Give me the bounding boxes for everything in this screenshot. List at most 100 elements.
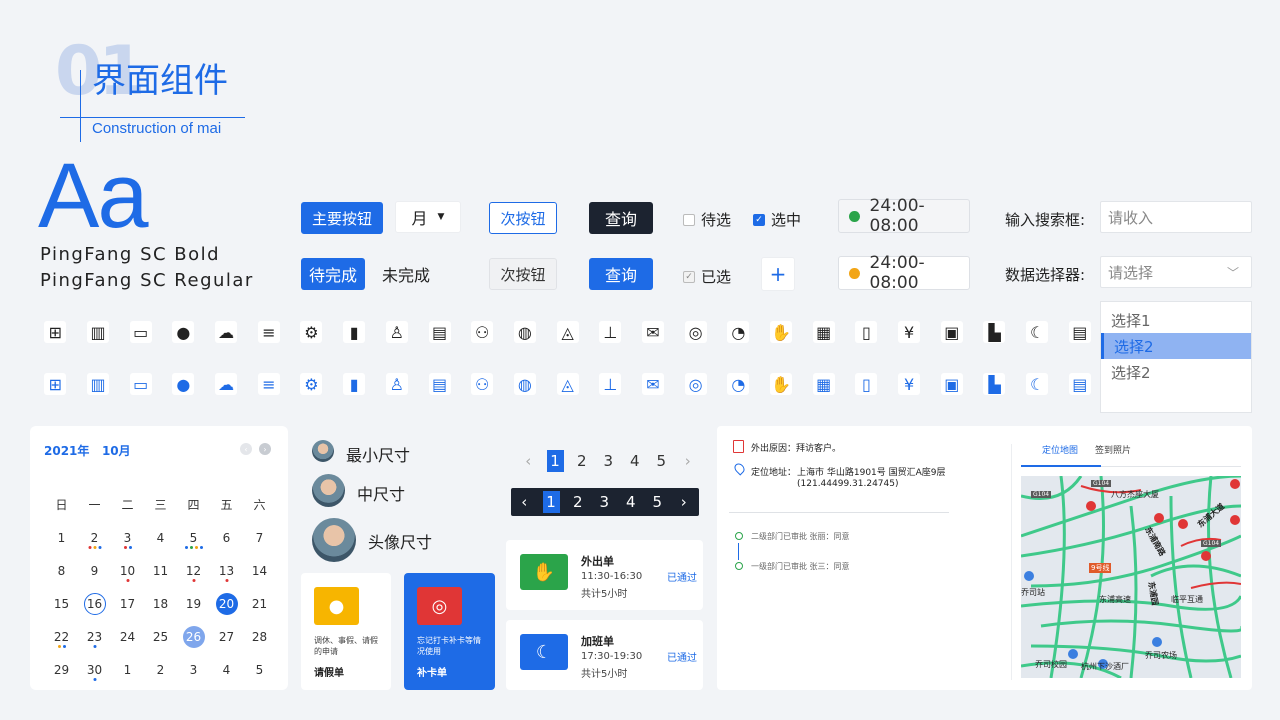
- step-dot: [735, 532, 743, 540]
- query-button-dark[interactable]: 查询: [589, 202, 653, 234]
- clipboard-icon: ▯: [855, 373, 878, 395]
- select-option-selected[interactable]: 选择2: [1101, 333, 1251, 359]
- chevron-left-icon[interactable]: ‹: [511, 491, 538, 513]
- calendar-day-highlight[interactable]: 26: [177, 620, 210, 653]
- primary-button[interactable]: 主要按钮: [301, 202, 383, 234]
- data-selector[interactable]: 请选择 ﹀: [1100, 256, 1252, 288]
- calendar-day[interactable]: 12: [177, 554, 210, 587]
- map-label: 临平互通: [1171, 595, 1203, 604]
- calendar-day[interactable]: 3: [111, 521, 144, 554]
- calendar-day[interactable]: 13: [210, 554, 243, 587]
- page-item[interactable]: 3: [595, 450, 622, 472]
- document-icon: ▤: [428, 373, 451, 395]
- calendar-day[interactable]: 21: [243, 587, 276, 620]
- checkbox-selected[interactable]: ✓ 选中: [753, 209, 801, 230]
- checkbox-done[interactable]: ✓ 已选: [683, 266, 731, 287]
- search-input[interactable]: 请收入: [1100, 201, 1252, 233]
- calendar-day[interactable]: 6: [210, 521, 243, 554]
- tab-unfinished[interactable]: 未完成: [373, 258, 439, 290]
- calendar-day[interactable]: 3: [177, 653, 210, 686]
- calendar-day[interactable]: 14: [243, 554, 276, 587]
- page-current[interactable]: 1: [542, 491, 560, 513]
- day-number: 12: [185, 563, 202, 578]
- calendar-day[interactable]: 7: [243, 521, 276, 554]
- calendar-day[interactable]: 9: [78, 554, 111, 587]
- calendar-day[interactable]: 11: [144, 554, 177, 587]
- chevron-right-icon[interactable]: ›: [675, 450, 702, 472]
- checkbox-checked-icon: ✓: [753, 213, 765, 226]
- secondary-button-gray[interactable]: 次按钮: [489, 258, 557, 290]
- chevron-right-icon[interactable]: ›: [671, 491, 698, 513]
- calendar-day[interactable]: 15: [45, 587, 78, 620]
- calendar-day-today[interactable]: 16: [78, 587, 111, 620]
- calendar-day[interactable]: 10: [111, 554, 144, 587]
- select-option[interactable]: 选择1: [1101, 307, 1251, 333]
- checkbox-pending[interactable]: 待选: [683, 209, 731, 230]
- punch-card[interactable]: ◎ 忘记打卡补卡等情况使用 补卡单: [404, 573, 495, 690]
- calendar-day[interactable]: 28: [243, 620, 276, 653]
- calendar-day[interactable]: 8: [45, 554, 78, 587]
- query-button[interactable]: 查询: [589, 258, 653, 290]
- calendar-day[interactable]: 2: [144, 653, 177, 686]
- calendar-day[interactable]: 4: [144, 521, 177, 554]
- approval-step: 一级部门已审批 张三：同意: [751, 562, 850, 571]
- calendar-day[interactable]: 5: [177, 521, 210, 554]
- page-item[interactable]: 2: [569, 450, 596, 472]
- location-map[interactable]: 八方杰座大厦 东浦南路 东浦高速 东浦园 临平互通 东浦大道 乔司站 乔司农场 …: [1021, 476, 1241, 678]
- calendar-day[interactable]: 5: [243, 653, 276, 686]
- event-dots: [123, 546, 132, 549]
- checkbox-empty-icon: [683, 213, 695, 226]
- page-subtitle: Construction of mai: [92, 120, 222, 137]
- prev-month-icon[interactable]: ‹: [240, 443, 252, 455]
- calendar-day-selected[interactable]: 20: [210, 587, 243, 620]
- weekday: 一: [88, 498, 101, 512]
- chevron-left-icon[interactable]: ‹: [515, 450, 542, 472]
- page-item[interactable]: 4: [618, 491, 645, 513]
- divider: [80, 70, 81, 142]
- calendar-day[interactable]: 23: [78, 620, 111, 653]
- icon-set-dark: ⊞ ▥ ▭ ● ☁ ≡ ⚙ ▮ ♙ ▤ ⚇ ◍ ◬ ⊥ ✉ ◎ ◔ ✋ ▦ ▯ …: [34, 317, 1101, 347]
- calendar-day[interactable]: 4: [210, 653, 243, 686]
- calendar-day[interactable]: 19: [177, 587, 210, 620]
- day-number: 3: [123, 530, 132, 545]
- calendar-day[interactable]: 1: [45, 521, 78, 554]
- stamp-icon: ⊥: [599, 321, 622, 343]
- calendar-day[interactable]: 17: [111, 587, 144, 620]
- page-item[interactable]: 3: [591, 491, 618, 513]
- calendar-day[interactable]: 24: [111, 620, 144, 653]
- select-option[interactable]: 选择2: [1101, 359, 1251, 385]
- page-item[interactable]: 5: [644, 491, 671, 513]
- add-button[interactable]: +: [761, 257, 795, 291]
- status-badge: 已通过: [667, 653, 697, 664]
- page-item[interactable]: 4: [622, 450, 649, 472]
- time-range-tag: 24:00-08:00: [838, 253, 970, 293]
- card-desc: 调休、事假、请假的申请: [314, 636, 378, 656]
- page-item[interactable]: 5: [648, 450, 675, 472]
- tab-pending[interactable]: 待完成: [301, 258, 365, 290]
- leave-card[interactable]: ● 调休、事假、请假的申请 请假单: [301, 573, 391, 690]
- highway-badge: G104: [1091, 480, 1112, 487]
- calendar-day[interactable]: 18: [144, 587, 177, 620]
- outing-card[interactable]: ✋ 外出单 11:30-16:30 共计5小时 已通过: [506, 540, 703, 610]
- calendar-day[interactable]: 29: [45, 653, 78, 686]
- month-select[interactable]: 月 ▼: [395, 201, 461, 233]
- map-label: 乔司站: [1021, 588, 1045, 597]
- calendar: 2021年 10月 ‹ › 日 一 二 三 四 五 六 1 2 3 4 5 6 …: [30, 426, 288, 690]
- tab-photo[interactable]: 签到照片: [1095, 443, 1131, 456]
- status-dot-amber: [849, 267, 860, 279]
- page-item[interactable]: 2: [565, 491, 592, 513]
- divider: [729, 512, 949, 513]
- calendar-day[interactable]: 1: [111, 653, 144, 686]
- calendar-day[interactable]: 2: [78, 521, 111, 554]
- calendar-day[interactable]: 30: [78, 653, 111, 686]
- calendar-day[interactable]: 22: [45, 620, 78, 653]
- highway-badge: G104: [1031, 491, 1052, 498]
- calendar-day[interactable]: 27: [210, 620, 243, 653]
- next-month-icon[interactable]: ›: [259, 443, 271, 455]
- location-pin-icon: ◍: [513, 321, 536, 343]
- tab-map[interactable]: 定位地图: [1042, 443, 1078, 456]
- overtime-card[interactable]: ☾ 加班单 17:30-19:30 共计5小时 已通过: [506, 620, 703, 690]
- secondary-button[interactable]: 次按钮: [489, 202, 557, 234]
- calendar-day[interactable]: 25: [144, 620, 177, 653]
- page-current[interactable]: 1: [546, 450, 564, 472]
